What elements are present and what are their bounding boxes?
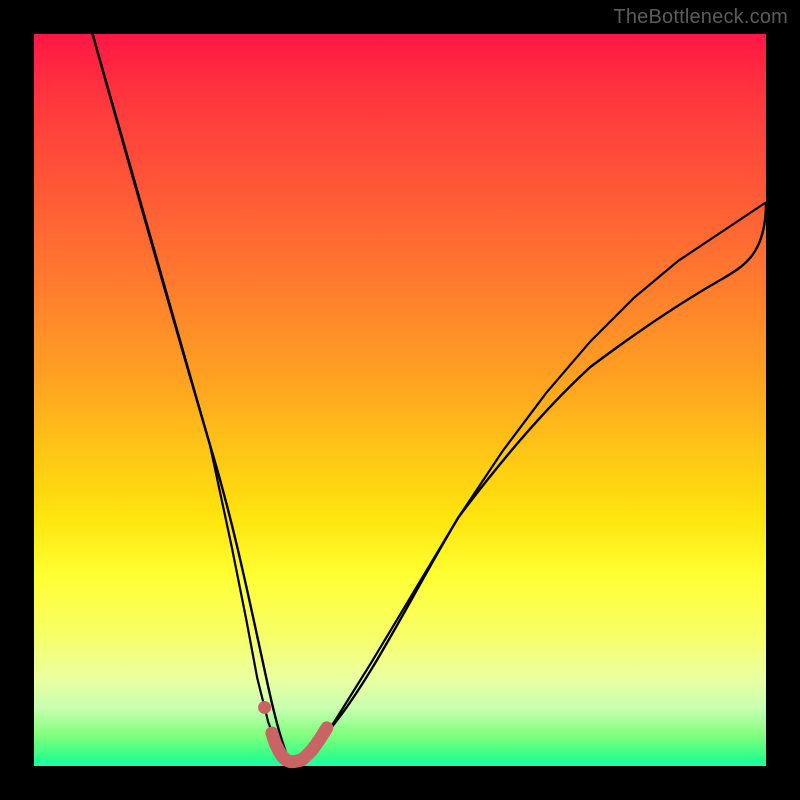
chart-svg bbox=[34, 34, 766, 766]
plot-area bbox=[34, 34, 766, 766]
bottleneck-curve bbox=[93, 34, 766, 765]
watermark-text: TheBottleneck.com bbox=[613, 6, 788, 29]
bottleneck-curve-line bbox=[93, 34, 766, 762]
highlight-dot bbox=[258, 701, 271, 714]
chart-frame: TheBottleneck.com bbox=[0, 0, 800, 800]
